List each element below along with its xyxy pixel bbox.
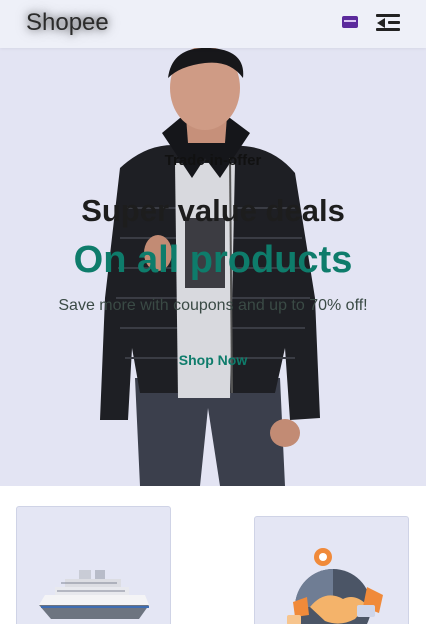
top-navbar: Shopee [0,0,426,48]
handshake-icon [287,548,383,624]
hero-headline: Super value deals [81,193,345,228]
cruise-ship-icon [39,570,149,619]
brand-logo[interactable]: Shopee [26,9,109,37]
hero-description: Save more with coupons and up to 70% off… [58,297,368,314]
feature-card-partnership[interactable] [254,516,409,624]
hero-banner: Trade-in-offer Super value deals On all … [0,48,426,486]
feature-card-shipping[interactable] [16,506,171,624]
shop-now-button[interactable]: Shop Now [150,348,276,372]
hero-eyebrow: Trade-in-offer [164,152,262,169]
page: Shopee Trade-in-offer Super value deals … [0,0,426,624]
card-icon[interactable] [342,16,358,28]
feature-cards [0,486,426,624]
hero-text-block: Trade-in-offer Super value deals On all … [0,48,426,486]
menu-collapse-icon[interactable] [376,12,400,34]
hero-subhead: On all products [73,239,353,281]
